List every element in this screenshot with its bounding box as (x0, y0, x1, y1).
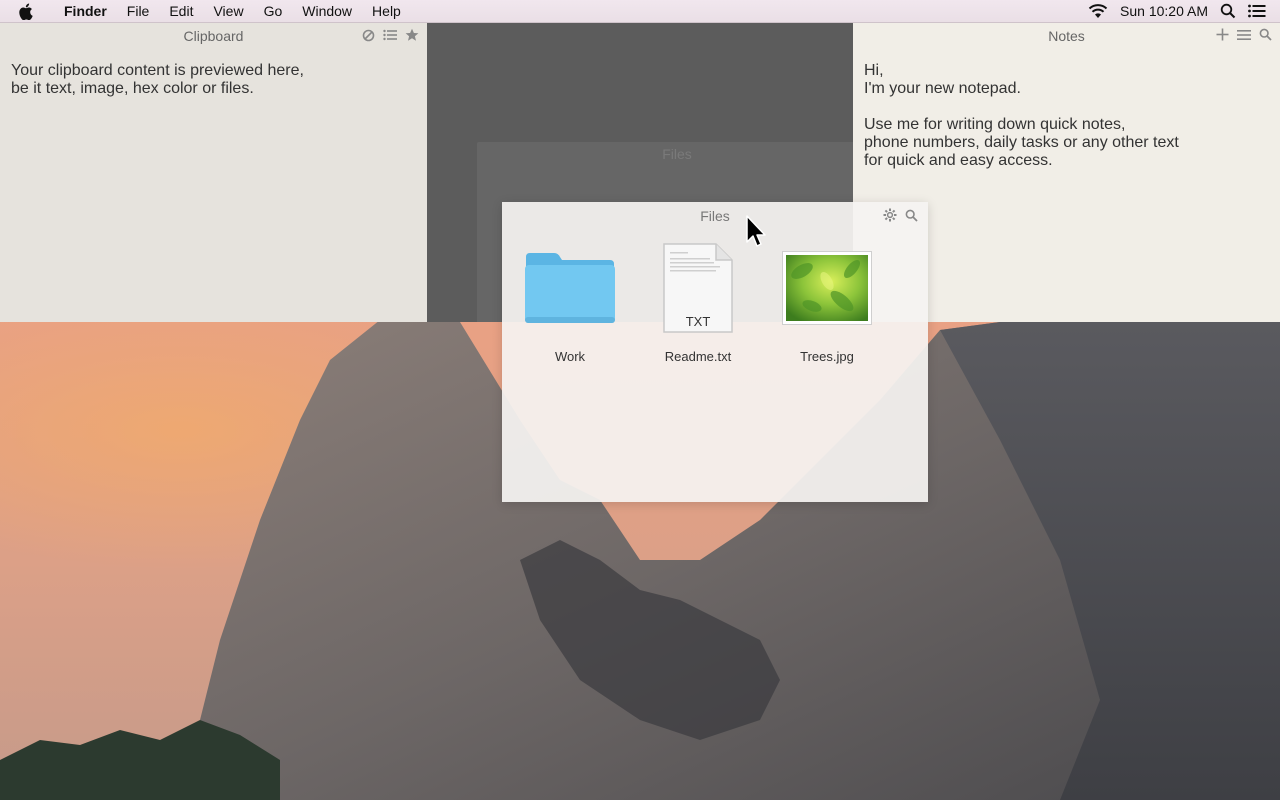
menu-go[interactable]: Go (254, 0, 293, 22)
clear-clipboard-icon[interactable] (362, 29, 375, 42)
file-name: Trees.jpg (800, 349, 854, 364)
image-thumbnail-icon (782, 251, 872, 325)
wifi-icon[interactable] (1088, 3, 1108, 19)
search-notes-icon[interactable] (1259, 28, 1272, 41)
menu-file[interactable]: File (117, 0, 160, 22)
menu-window[interactable]: Window (292, 0, 362, 22)
spotlight-search-icon[interactable] (1220, 3, 1236, 19)
add-note-icon[interactable] (1216, 28, 1229, 41)
file-item-work[interactable]: Work (520, 242, 620, 364)
menu-view[interactable]: View (203, 0, 253, 22)
file-item-trees[interactable]: Trees.jpg (777, 242, 877, 364)
menu-help[interactable]: Help (362, 0, 411, 22)
files-title: Files (700, 208, 730, 224)
menu-bar: Finder File Edit View Go Window Help Sun… (0, 0, 1280, 23)
apple-menu-icon[interactable] (18, 3, 38, 20)
file-type-badge: TXT (685, 314, 711, 329)
star-icon[interactable] (405, 28, 419, 42)
list-icon[interactable] (383, 29, 397, 41)
files-ghost-title: Files (662, 146, 692, 162)
file-name: Work (554, 349, 586, 364)
search-files-icon[interactable] (905, 209, 918, 222)
settings-gear-icon[interactable] (883, 208, 897, 222)
menu-edit[interactable]: Edit (159, 0, 203, 22)
notes-text[interactable]: Hi, I'm your new notepad. Use me for wri… (864, 62, 1179, 170)
menubar-clock[interactable]: Sun 10:20 AM (1120, 3, 1208, 19)
clipboard-panel: Clipboard Your clipboard content is prev… (0, 22, 427, 322)
menu-lines-icon[interactable] (1237, 29, 1251, 41)
file-item-readme[interactable]: TXT Readme.txt (648, 242, 748, 364)
clipboard-preview-text: Your clipboard content is previewed here… (11, 62, 304, 97)
file-name: Readme.txt (664, 349, 732, 364)
mouse-cursor-icon (745, 215, 767, 254)
menu-app-name[interactable]: Finder (54, 0, 117, 22)
files-window: Files Work TXT Readme.txt Trees.jpg (502, 202, 928, 502)
notification-center-icon[interactable] (1248, 4, 1266, 18)
folder-icon (525, 253, 615, 323)
